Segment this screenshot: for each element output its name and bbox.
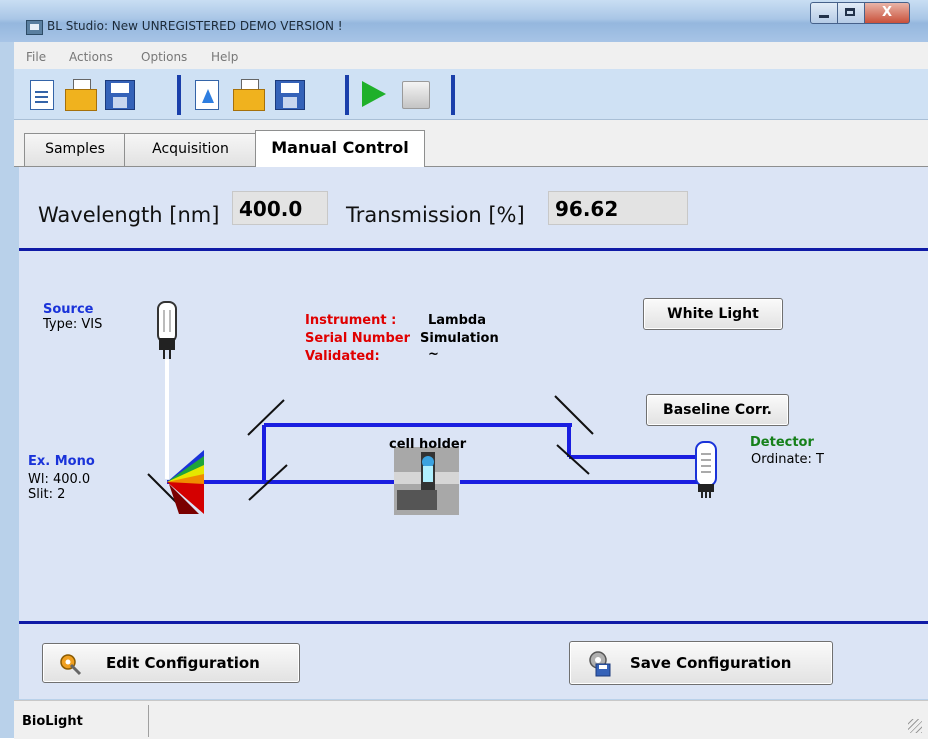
instrument-label: Instrument :: [305, 313, 397, 328]
app-icon: [26, 20, 43, 35]
baseline-correction-button[interactable]: Baseline Corr.: [646, 394, 789, 426]
manual-control-panel: Wavelength [nm] 400.0 Transmission [%] 9…: [19, 167, 928, 699]
save-icon: [105, 80, 135, 110]
divider: [19, 248, 928, 251]
minimize-icon: [819, 15, 829, 18]
maximize-icon: [845, 8, 855, 16]
close-icon: X: [881, 5, 893, 20]
run-play-icon: [362, 81, 386, 107]
new-button[interactable]: [24, 77, 58, 111]
menu-actions[interactable]: Actions: [69, 50, 113, 64]
new-sample-flask-icon: [195, 80, 219, 110]
save-sample-icon: [275, 80, 305, 110]
status-separator: [148, 705, 149, 737]
cell-holder-label: cell holder: [389, 437, 467, 452]
save-button[interactable]: [102, 77, 136, 111]
source-type: Type: VIS: [43, 317, 103, 332]
validated-label: Validated:: [305, 349, 380, 364]
validated-value: ~: [428, 347, 439, 362]
minimize-button[interactable]: [810, 2, 838, 24]
run-button[interactable]: [356, 77, 390, 111]
menu-help[interactable]: Help: [211, 50, 238, 64]
tab-acquisition[interactable]: Acquisition: [124, 133, 257, 166]
open-sample-button[interactable]: [231, 77, 265, 111]
title-bar[interactable]: BL Studio: New UNREGISTERED DEMO VERSION…: [0, 0, 928, 42]
detector-title: Detector: [750, 435, 814, 450]
cell-holder-icon[interactable]: [394, 447, 459, 515]
new-sample-button[interactable]: [189, 77, 223, 111]
edit-configuration-button[interactable]: Edit Configuration: [42, 643, 300, 683]
stop-button[interactable]: [398, 77, 432, 111]
save-configuration-button[interactable]: Save Configuration: [569, 641, 833, 685]
tab-strip: Samples Acquisition Manual Control: [14, 120, 928, 167]
new-document-icon: [30, 80, 54, 110]
wrench-gear-icon: [60, 654, 82, 676]
monochromator-title: Ex. Mono: [28, 454, 95, 469]
serial-number-value: Simulation: [420, 331, 499, 346]
divider: [19, 621, 928, 624]
detector-tube-icon[interactable]: [695, 441, 717, 498]
mirror-icon: [147, 395, 594, 508]
transmission-value: 96.62: [548, 191, 688, 225]
white-light-button[interactable]: White Light: [643, 298, 783, 330]
menu-file[interactable]: File: [26, 50, 46, 64]
tab-samples[interactable]: Samples: [24, 133, 126, 166]
instrument-value: Lambda: [428, 313, 486, 328]
save-configuration-label: Save Configuration: [630, 654, 792, 672]
wavelength-value: 400.0: [232, 191, 328, 225]
detector-ordinate: Ordinate: T: [751, 452, 824, 467]
wavelength-label: Wavelength [nm]: [38, 203, 220, 227]
edit-configuration-label: Edit Configuration: [106, 654, 260, 672]
open-button[interactable]: [63, 77, 97, 111]
toolbar: [14, 69, 928, 120]
monochromator-prism-icon: [167, 450, 204, 514]
menu-bar: File Actions Options Help: [14, 42, 928, 69]
toolbar-separator: [177, 75, 181, 115]
save-sample-button[interactable]: [272, 77, 306, 111]
light-source-bulb-icon[interactable]: [157, 301, 177, 359]
maximize-button[interactable]: [837, 2, 865, 24]
stop-icon: [402, 81, 430, 109]
close-button[interactable]: X: [864, 2, 910, 24]
tab-manual-control[interactable]: Manual Control: [255, 130, 425, 167]
white-light-beam: [165, 359, 169, 479]
serial-number-label: Serial Number: [305, 331, 411, 346]
menu-options[interactable]: Options: [141, 50, 187, 64]
gear-save-icon: [589, 651, 611, 677]
resize-grip-icon[interactable]: [908, 719, 922, 733]
monochromator-slit: Slit: 2: [28, 487, 66, 502]
transmission-label: Transmission [%]: [346, 203, 525, 227]
window-title: BL Studio: New UNREGISTERED DEMO VERSION…: [47, 19, 343, 33]
toolbar-separator: [345, 75, 349, 115]
status-text: BioLight: [22, 714, 83, 729]
source-title: Source: [43, 302, 94, 317]
application-window: BL Studio: New UNREGISTERED DEMO VERSION…: [0, 0, 928, 739]
monochromator-wavelength: Wl: 400.0: [28, 472, 91, 487]
toolbar-separator: [451, 75, 455, 115]
status-bar: BioLight: [14, 700, 928, 739]
